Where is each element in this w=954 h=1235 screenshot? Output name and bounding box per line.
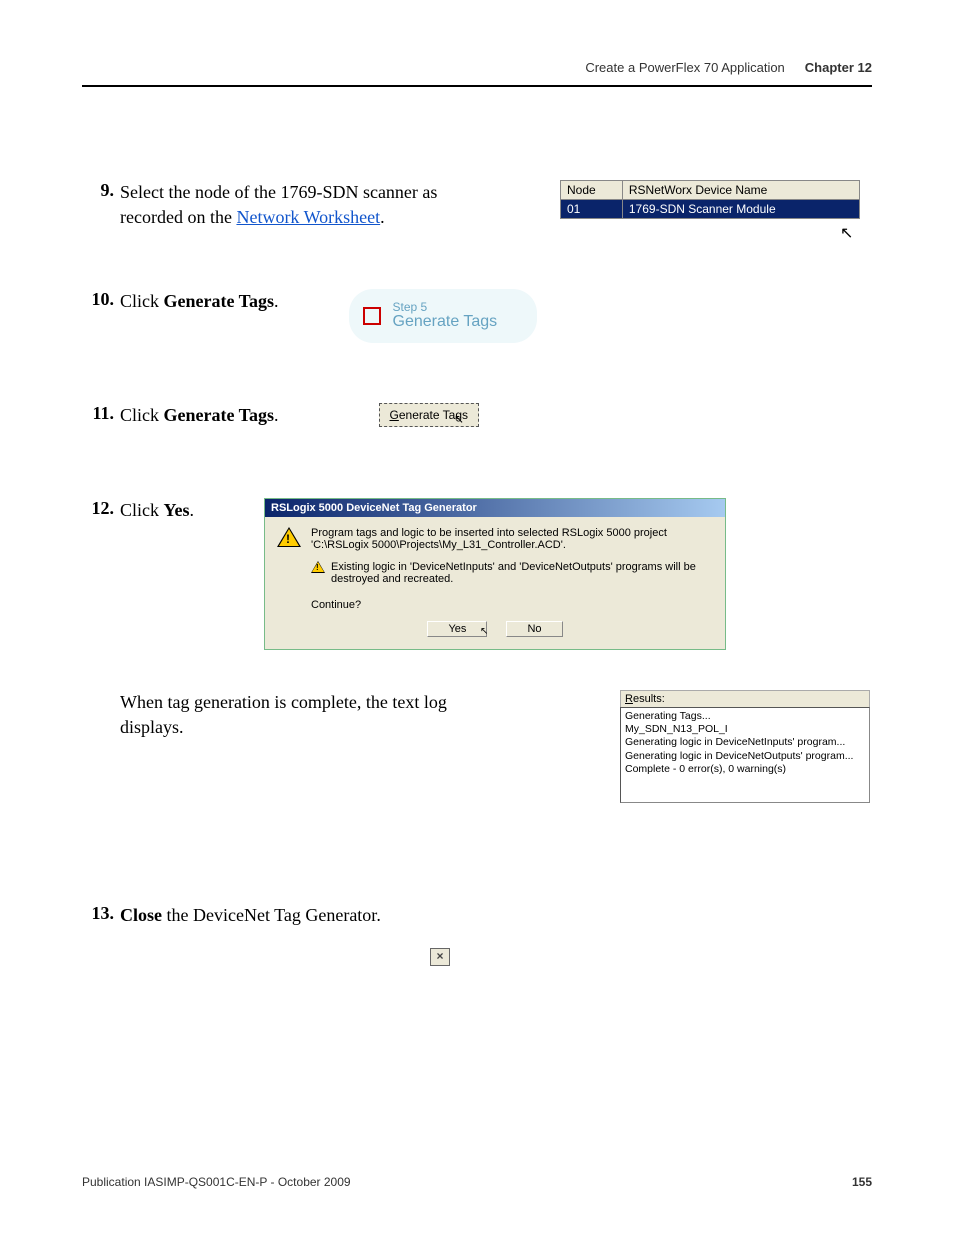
step-9-text: Select the node of the 1769-SDN scanner … — [114, 180, 480, 230]
step-13-text: Close the DeviceNet Tag Generator. × — [114, 903, 450, 967]
step-9-figure: Node RSNetWorx Device Name 01 1769-SDN S… — [480, 180, 872, 239]
step-9-number: 9. — [82, 180, 114, 201]
bubble-small: Step 5 — [393, 301, 498, 313]
step-13: 13. Close the DeviceNet Tag Generator. × — [82, 903, 872, 967]
warning-icon: ! — [277, 527, 301, 549]
step-13-number: 13. — [82, 903, 114, 924]
network-worksheet-link[interactable]: Network Worksheet — [236, 207, 380, 227]
node-cell-id: 01 — [561, 200, 623, 219]
node-th-2: RSNetWorx Device Name — [622, 181, 859, 200]
node-th-1: Node — [561, 181, 623, 200]
cursor-icon: ↖ — [454, 412, 464, 426]
checkbox-icon — [363, 307, 381, 325]
close-icon[interactable]: × — [430, 948, 450, 966]
step-10-figure: Step 5 Generate Tags — [279, 289, 873, 343]
step-12-figure: RSLogix 5000 DeviceNet Tag Generator ! P… — [194, 498, 872, 650]
step-10-text: Click Generate Tags. — [114, 289, 279, 314]
step-11: 11. Click Generate Tags. Generate Tags ↖ — [82, 403, 872, 428]
dialog-msg-1: Program tags and logic to be inserted in… — [311, 527, 713, 551]
node-cell-name: 1769-SDN Scanner Module — [622, 200, 859, 219]
dialog-msg-2: Existing logic in 'DeviceNetInputs' and … — [331, 561, 713, 585]
step-9-suffix: . — [380, 207, 385, 227]
no-button[interactable]: No — [506, 621, 562, 637]
results-figure: Results: Generating Tags... My_SDN_N13_P… — [500, 690, 872, 803]
results-label-u: R — [625, 693, 633, 705]
page-number: 155 — [852, 1175, 872, 1189]
warning-icon: ! — [311, 561, 325, 573]
cursor-icon: ↖ — [480, 626, 488, 637]
bubble-big: Generate Tags — [393, 313, 498, 331]
step-10: 10. Click Generate Tags. Step 5 Generate… — [82, 289, 872, 343]
header-title: Create a PowerFlex 70 Application — [585, 60, 784, 75]
tag-gen-complete: When tag generation is complete, the tex… — [120, 690, 872, 803]
post-step-text: When tag generation is complete, the tex… — [120, 690, 500, 740]
header-chapter: Chapter 12 — [805, 60, 872, 75]
node-row[interactable]: 01 1769-SDN Scanner Module — [561, 200, 860, 219]
step5-bubble[interactable]: Step 5 Generate Tags — [349, 289, 538, 343]
step-12-prefix: Click — [120, 500, 164, 520]
step-11-text: Click Generate Tags. — [114, 403, 279, 428]
step-12: 12. Click Yes. RSLogix 5000 DeviceNet Ta… — [82, 498, 872, 650]
yes-button[interactable]: Yes ↖ — [427, 621, 487, 637]
results-label-rest: esults: — [633, 693, 665, 705]
dialog-continue: Continue? — [311, 599, 713, 611]
results-label: Results: — [620, 690, 870, 707]
step-11-bold: Generate Tags — [164, 405, 275, 425]
step-12-bold: Yes — [164, 500, 190, 520]
cursor-icon: ↖ — [840, 223, 954, 243]
step-11-prefix: Click — [120, 405, 164, 425]
yes-label: Yes — [448, 623, 466, 635]
step-11-number: 11. — [82, 403, 114, 424]
step-10-bold: Generate Tags — [164, 291, 275, 311]
step-13-bold: Close — [120, 905, 162, 925]
page-header: Create a PowerFlex 70 Application Chapte… — [82, 60, 872, 87]
confirm-dialog: RSLogix 5000 DeviceNet Tag Generator ! P… — [264, 498, 726, 650]
page-footer: Publication IASIMP-QS001C-EN-P - October… — [82, 1175, 872, 1189]
gen-btn-underline: G — [390, 408, 399, 422]
step-9: 9. Select the node of the 1769-SDN scann… — [82, 180, 872, 239]
step-10-number: 10. — [82, 289, 114, 310]
step-13-suffix: the DeviceNet Tag Generator. — [162, 905, 381, 925]
publication-id: Publication IASIMP-QS001C-EN-P - October… — [82, 1175, 351, 1189]
results-log: Generating Tags... My_SDN_N13_POL_I Gene… — [620, 707, 870, 803]
step-10-prefix: Click — [120, 291, 164, 311]
node-table: Node RSNetWorx Device Name 01 1769-SDN S… — [560, 180, 860, 219]
step-12-number: 12. — [82, 498, 114, 519]
generate-tags-button[interactable]: Generate Tags ↖ — [379, 403, 480, 427]
step-12-text: Click Yes. — [114, 498, 194, 523]
dialog-title: RSLogix 5000 DeviceNet Tag Generator — [265, 499, 725, 517]
step-11-figure: Generate Tags ↖ — [279, 403, 873, 427]
